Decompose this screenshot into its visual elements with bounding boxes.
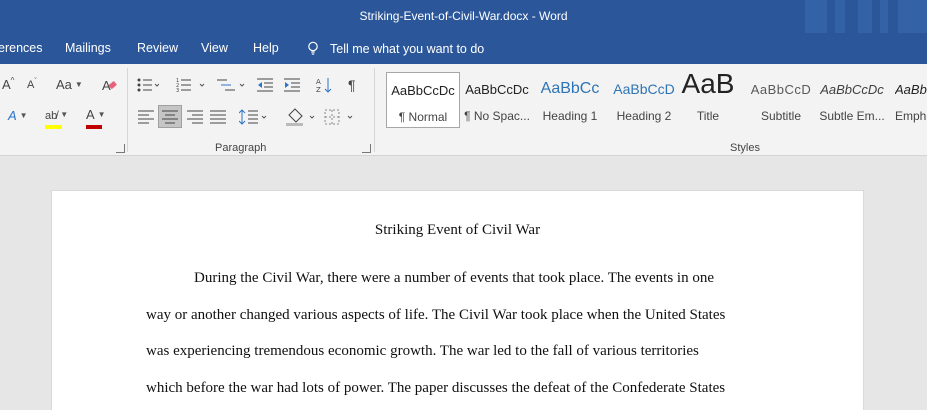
style-name: ¶ No Spac... [464, 109, 530, 123]
style-name: Subtitle [760, 109, 802, 123]
change-case-label: Aa [56, 77, 72, 92]
align-center-button[interactable] [158, 105, 182, 128]
group-separator [374, 68, 375, 152]
styles-group-label: Styles [730, 142, 760, 154]
style-no-spacing[interactable]: AaBbCcDc ¶ No Spac... [460, 72, 534, 128]
style-sample: AaB [681, 72, 735, 99]
shrink-font-button[interactable]: Aˇ [27, 78, 37, 91]
style-heading-1[interactable]: AaBbCc Heading 1 [533, 72, 607, 128]
style-sample: AaBbCcDc [820, 82, 884, 97]
styles-gallery: AaBbCcDc ¶ Normal AaBbCcDc ¶ No Spac... … [383, 72, 927, 132]
style-name: Subtle Em... [819, 109, 885, 123]
style-emphasis[interactable]: AaBbCc Emph [889, 72, 927, 128]
style-sample: AaBbCcD [750, 82, 812, 97]
clear-formatting-icon[interactable]: A [101, 77, 117, 93]
shading-icon[interactable] [286, 107, 318, 127]
style-sample: AaBbCc [895, 82, 927, 97]
style-name: Heading 1 [542, 109, 598, 123]
svg-text:A: A [316, 78, 321, 86]
style-name: Heading 2 [616, 109, 672, 123]
paragraph-group-label: Paragraph [215, 142, 267, 154]
ribbon: A^ Aˇ Aa ▼ A A ▼ ab̸ ▼ A ▼ 1 2 3 AZ ¶ Pa… [0, 64, 927, 156]
paragraph-line: which before the war had lots of power. … [146, 380, 726, 396]
window-title: Striking-Event-of-Civil-War.docx - Word [359, 9, 568, 23]
multilevel-list-icon[interactable] [217, 77, 247, 93]
style-sample: AaBbCcDc [465, 82, 529, 97]
numbering-icon[interactable]: 1 2 3 [176, 77, 206, 93]
style-sample: AaBbCcDc [391, 83, 455, 98]
tab-references[interactable]: erences [0, 41, 42, 55]
style-subtitle[interactable]: AaBbCcD Subtitle [744, 72, 818, 128]
style-heading-2[interactable]: AaBbCcD Heading 2 [607, 72, 681, 128]
line-spacing-icon[interactable] [239, 108, 269, 126]
show-formatting-marks-icon[interactable]: ¶ [348, 77, 356, 93]
font-color-swatch [86, 125, 102, 129]
align-right-icon[interactable] [187, 110, 203, 124]
style-name: Emph [895, 109, 927, 123]
paragraph-line: During the Civil War, there were a numbe… [194, 270, 714, 286]
style-sample: AaBbCc [540, 80, 600, 97]
font-color-icon: A [86, 107, 95, 122]
font-dialog-launcher[interactable] [116, 144, 125, 153]
title-bar: Striking-Event-of-Civil-War.docx - Word [0, 0, 927, 33]
tab-review[interactable]: Review [137, 41, 178, 55]
justify-icon[interactable] [210, 110, 226, 124]
highlighter-icon: ab̸ [45, 110, 58, 122]
paragraph-line: was experiencing tremendous economic gro… [146, 343, 699, 359]
svg-text:3: 3 [176, 88, 179, 93]
align-left-icon[interactable] [138, 110, 154, 124]
ribbon-tabs: erences Mailings Review View Help Tell m… [0, 33, 927, 64]
style-sample: AaBbCcD [613, 81, 675, 97]
style-normal[interactable]: AaBbCcDc ¶ Normal [386, 72, 460, 128]
svg-text:Z: Z [316, 86, 321, 94]
group-separator [127, 68, 128, 152]
tab-view[interactable]: View [201, 41, 228, 55]
increase-indent-icon[interactable] [284, 77, 302, 93]
lightbulb-icon [308, 41, 318, 55]
borders-icon[interactable] [324, 108, 356, 126]
document-title: Striking Event of Civil War [374, 222, 541, 238]
paragraph-dialog-launcher[interactable] [362, 144, 371, 153]
highlight-color-button[interactable]: ab̸ ▼ [45, 107, 68, 129]
paragraph-line: way or another changed various aspects o… [146, 307, 726, 323]
decrease-indent-icon[interactable] [257, 77, 275, 93]
document-page[interactable]: Striking Event of Civil War During the C… [51, 190, 864, 410]
style-subtle-emphasis[interactable]: AaBbCcDc Subtle Em... [815, 72, 889, 128]
sort-icon[interactable]: AZ [316, 76, 334, 94]
tab-help[interactable]: Help [253, 41, 279, 55]
tell-me-box[interactable]: Tell me what you want to do [306, 41, 484, 56]
align-center-icon [162, 110, 178, 124]
text-effects-button[interactable]: A ▼ [8, 108, 28, 123]
style-name: Title [696, 109, 720, 123]
style-name: ¶ Normal [398, 110, 448, 124]
style-title[interactable]: AaB Title [671, 72, 745, 128]
font-color-button[interactable]: A ▼ [86, 107, 106, 129]
highlight-color-swatch [45, 125, 62, 129]
tell-me-placeholder: Tell me what you want to do [330, 42, 485, 56]
grow-font-button[interactable]: A^ [2, 76, 14, 92]
bullets-icon[interactable] [137, 77, 159, 93]
tab-mailings[interactable]: Mailings [65, 41, 111, 55]
change-case-button[interactable]: Aa ▼ [56, 77, 83, 92]
